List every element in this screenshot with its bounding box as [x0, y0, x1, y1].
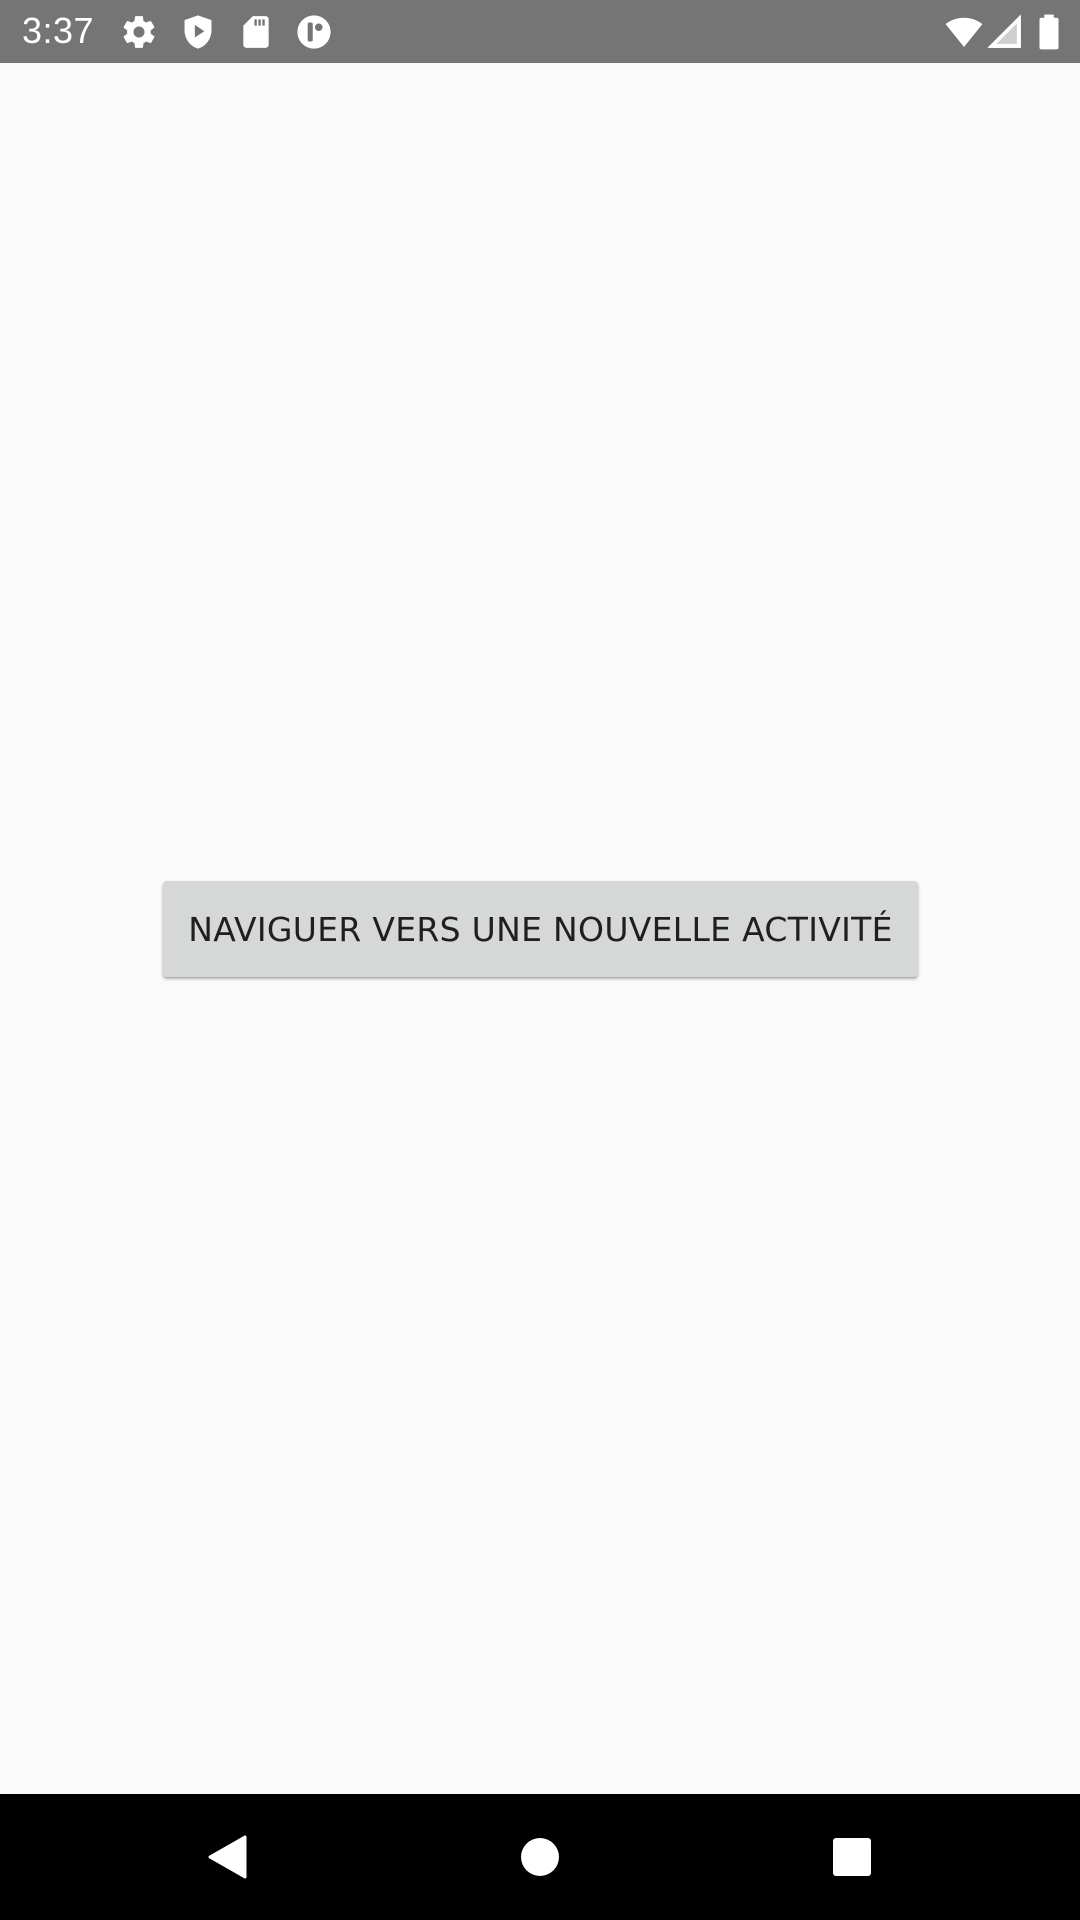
gear-icon: [120, 13, 158, 51]
system-navigation-bar: [0, 1794, 1080, 1920]
battery-icon: [1036, 13, 1062, 51]
home-icon[interactable]: [512, 1829, 568, 1885]
status-bar: 3:37: [0, 0, 1080, 63]
sd-card-icon: [237, 13, 275, 51]
recents-icon[interactable]: [824, 1829, 880, 1885]
cell-signal-icon: [986, 13, 1024, 51]
back-icon[interactable]: [200, 1829, 256, 1885]
navigate-new-activity-button[interactable]: NAVIGUER VERS UNE NOUVELLE ACTIVITÉ: [163, 881, 918, 977]
status-time: 3:37: [22, 10, 95, 51]
wifi-icon: [944, 13, 984, 51]
app-circle-icon: [295, 13, 333, 51]
shield-icon: [179, 13, 217, 51]
main-content: NAVIGUER VERS UNE NOUVELLE ACTIVITÉ: [0, 63, 1080, 1794]
